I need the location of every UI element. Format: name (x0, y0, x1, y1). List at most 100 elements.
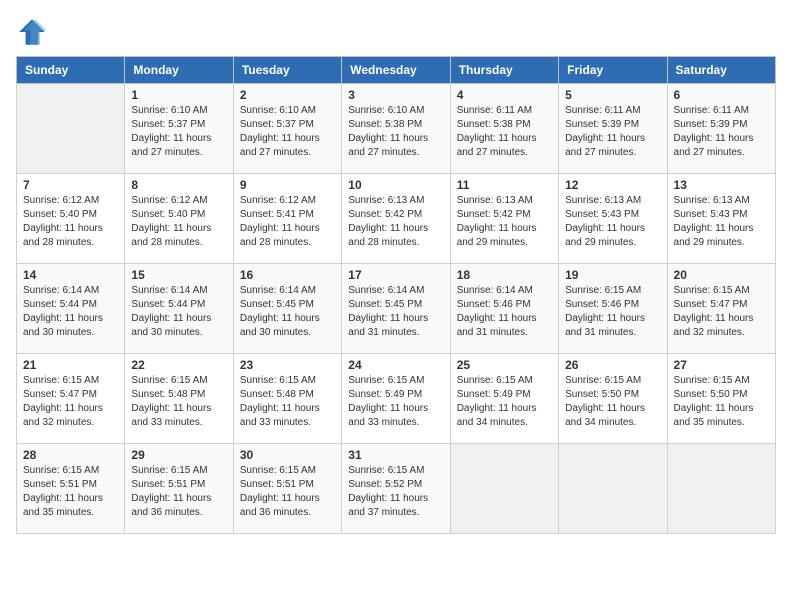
day-info: Sunrise: 6:13 AM Sunset: 5:43 PM Dayligh… (565, 194, 660, 250)
calendar-week-row: 28 Sunrise: 6:15 AM Sunset: 5:51 PM Dayli… (17, 444, 776, 534)
calendar-cell: 26 Sunrise: 6:15 AM Sunset: 5:50 PM Dayli… (559, 354, 667, 444)
day-number: 18 (457, 268, 552, 282)
day-number: 8 (131, 178, 226, 192)
calendar-cell: 18 Sunrise: 6:14 AM Sunset: 5:46 PM Dayli… (450, 264, 558, 354)
day-number: 16 (240, 268, 335, 282)
calendar-cell: 29 Sunrise: 6:15 AM Sunset: 5:51 PM Dayli… (125, 444, 233, 534)
calendar-cell: 9Sunrise: 6:12 AM Sunset: 5:41 PM Daylig… (233, 174, 341, 264)
day-number: 31 (348, 448, 443, 462)
day-number: 12 (565, 178, 660, 192)
day-number: 24 (348, 358, 443, 372)
day-number: 27 (674, 358, 769, 372)
calendar-cell (667, 444, 775, 534)
day-of-week-header: Wednesday (342, 57, 450, 84)
day-info: Sunrise: 6:15 AM Sunset: 5:48 PM Dayligh… (131, 374, 226, 430)
day-info: Sunrise: 6:15 AM Sunset: 5:51 PM Dayligh… (240, 464, 335, 520)
day-number: 7 (23, 178, 118, 192)
day-of-week-header: Monday (125, 57, 233, 84)
day-info: Sunrise: 6:14 AM Sunset: 5:46 PM Dayligh… (457, 284, 552, 340)
day-number: 19 (565, 268, 660, 282)
calendar-cell: 1Sunrise: 6:10 AM Sunset: 5:37 PM Daylig… (125, 84, 233, 174)
day-info: Sunrise: 6:14 AM Sunset: 5:45 PM Dayligh… (348, 284, 443, 340)
day-info: Sunrise: 6:15 AM Sunset: 5:52 PM Dayligh… (348, 464, 443, 520)
calendar-week-row: 1Sunrise: 6:10 AM Sunset: 5:37 PM Daylig… (17, 84, 776, 174)
calendar-cell: 11 Sunrise: 6:13 AM Sunset: 5:42 PM Dayli… (450, 174, 558, 264)
calendar-cell: 4Sunrise: 6:11 AM Sunset: 5:38 PM Daylig… (450, 84, 558, 174)
calendar-cell: 23Sunrise: 6:15 AM Sunset: 5:48 PM Dayli… (233, 354, 341, 444)
calendar-cell (450, 444, 558, 534)
calendar-cell: 3 Sunrise: 6:10 AM Sunset: 5:38 PM Daylig… (342, 84, 450, 174)
day-info: Sunrise: 6:11 AM Sunset: 5:38 PM Dayligh… (457, 104, 552, 160)
calendar-cell: 19 Sunrise: 6:15 AM Sunset: 5:46 PM Dayli… (559, 264, 667, 354)
calendar-cell: 31 Sunrise: 6:15 AM Sunset: 5:52 PM Dayli… (342, 444, 450, 534)
calendar-cell: 10 Sunrise: 6:13 AM Sunset: 5:42 PM Dayli… (342, 174, 450, 264)
day-number: 15 (131, 268, 226, 282)
day-number: 11 (457, 178, 552, 192)
day-number: 20 (674, 268, 769, 282)
calendar-cell: 20 Sunrise: 6:15 AM Sunset: 5:47 PM Dayli… (667, 264, 775, 354)
day-number: 21 (23, 358, 118, 372)
calendar-header-row: SundayMondayTuesdayWednesdayThursdayFrid… (17, 57, 776, 84)
calendar-cell (17, 84, 125, 174)
calendar-cell: 8Sunrise: 6:12 AM Sunset: 5:40 PM Daylig… (125, 174, 233, 264)
day-info: Sunrise: 6:10 AM Sunset: 5:38 PM Dayligh… (348, 104, 443, 160)
calendar-cell: 13 Sunrise: 6:13 AM Sunset: 5:43 PM Dayli… (667, 174, 775, 264)
day-info: Sunrise: 6:15 AM Sunset: 5:47 PM Dayligh… (674, 284, 769, 340)
day-info: Sunrise: 6:15 AM Sunset: 5:49 PM Dayligh… (457, 374, 552, 430)
day-number: 28 (23, 448, 118, 462)
day-info: Sunrise: 6:15 AM Sunset: 5:51 PM Dayligh… (131, 464, 226, 520)
day-number: 3 (348, 88, 443, 102)
day-number: 10 (348, 178, 443, 192)
day-info: Sunrise: 6:15 AM Sunset: 5:46 PM Dayligh… (565, 284, 660, 340)
calendar-cell: 12 Sunrise: 6:13 AM Sunset: 5:43 PM Dayli… (559, 174, 667, 264)
calendar-cell: 14Sunrise: 6:14 AM Sunset: 5:44 PM Dayli… (17, 264, 125, 354)
day-of-week-header: Tuesday (233, 57, 341, 84)
calendar-cell: 16 Sunrise: 6:14 AM Sunset: 5:45 PM Dayli… (233, 264, 341, 354)
day-info: Sunrise: 6:14 AM Sunset: 5:44 PM Dayligh… (23, 284, 118, 340)
logo (16, 16, 52, 48)
day-info: Sunrise: 6:13 AM Sunset: 5:42 PM Dayligh… (457, 194, 552, 250)
day-info: Sunrise: 6:15 AM Sunset: 5:49 PM Dayligh… (348, 374, 443, 430)
day-info: Sunrise: 6:11 AM Sunset: 5:39 PM Dayligh… (565, 104, 660, 160)
calendar-cell: 25 Sunrise: 6:15 AM Sunset: 5:49 PM Dayli… (450, 354, 558, 444)
day-of-week-header: Friday (559, 57, 667, 84)
day-number: 29 (131, 448, 226, 462)
day-of-week-header: Sunday (17, 57, 125, 84)
day-info: Sunrise: 6:13 AM Sunset: 5:43 PM Dayligh… (674, 194, 769, 250)
day-number: 2 (240, 88, 335, 102)
day-number: 22 (131, 358, 226, 372)
calendar-cell: 24 Sunrise: 6:15 AM Sunset: 5:49 PM Dayli… (342, 354, 450, 444)
day-number: 6 (674, 88, 769, 102)
calendar-cell: 15 Sunrise: 6:14 AM Sunset: 5:44 PM Dayli… (125, 264, 233, 354)
calendar-table: SundayMondayTuesdayWednesdayThursdayFrid… (16, 56, 776, 534)
day-number: 9 (240, 178, 335, 192)
day-number: 17 (348, 268, 443, 282)
logo-icon (16, 16, 48, 48)
calendar-cell: 17 Sunrise: 6:14 AM Sunset: 5:45 PM Dayli… (342, 264, 450, 354)
calendar-cell: 22 Sunrise: 6:15 AM Sunset: 5:48 PM Dayli… (125, 354, 233, 444)
day-info: Sunrise: 6:13 AM Sunset: 5:42 PM Dayligh… (348, 194, 443, 250)
calendar-week-row: 7Sunrise: 6:12 AM Sunset: 5:40 PM Daylig… (17, 174, 776, 264)
calendar-cell: 27 Sunrise: 6:15 AM Sunset: 5:50 PM Dayli… (667, 354, 775, 444)
day-info: Sunrise: 6:15 AM Sunset: 5:51 PM Dayligh… (23, 464, 118, 520)
day-number: 25 (457, 358, 552, 372)
header (16, 16, 776, 48)
day-info: Sunrise: 6:15 AM Sunset: 5:47 PM Dayligh… (23, 374, 118, 430)
day-number: 13 (674, 178, 769, 192)
day-number: 30 (240, 448, 335, 462)
day-info: Sunrise: 6:15 AM Sunset: 5:50 PM Dayligh… (565, 374, 660, 430)
day-number: 26 (565, 358, 660, 372)
day-of-week-header: Thursday (450, 57, 558, 84)
day-info: Sunrise: 6:11 AM Sunset: 5:39 PM Dayligh… (674, 104, 769, 160)
calendar-cell: 30 Sunrise: 6:15 AM Sunset: 5:51 PM Dayli… (233, 444, 341, 534)
day-info: Sunrise: 6:15 AM Sunset: 5:50 PM Dayligh… (674, 374, 769, 430)
day-info: Sunrise: 6:15 AM Sunset: 5:48 PM Dayligh… (240, 374, 335, 430)
calendar-cell: 28 Sunrise: 6:15 AM Sunset: 5:51 PM Dayli… (17, 444, 125, 534)
calendar-cell: 5Sunrise: 6:11 AM Sunset: 5:39 PM Daylig… (559, 84, 667, 174)
day-info: Sunrise: 6:14 AM Sunset: 5:44 PM Dayligh… (131, 284, 226, 340)
day-info: Sunrise: 6:10 AM Sunset: 5:37 PM Dayligh… (131, 104, 226, 160)
calendar-week-row: 21 Sunrise: 6:15 AM Sunset: 5:47 PM Dayli… (17, 354, 776, 444)
calendar-cell: 21 Sunrise: 6:15 AM Sunset: 5:47 PM Dayli… (17, 354, 125, 444)
calendar-cell (559, 444, 667, 534)
day-info: Sunrise: 6:14 AM Sunset: 5:45 PM Dayligh… (240, 284, 335, 340)
